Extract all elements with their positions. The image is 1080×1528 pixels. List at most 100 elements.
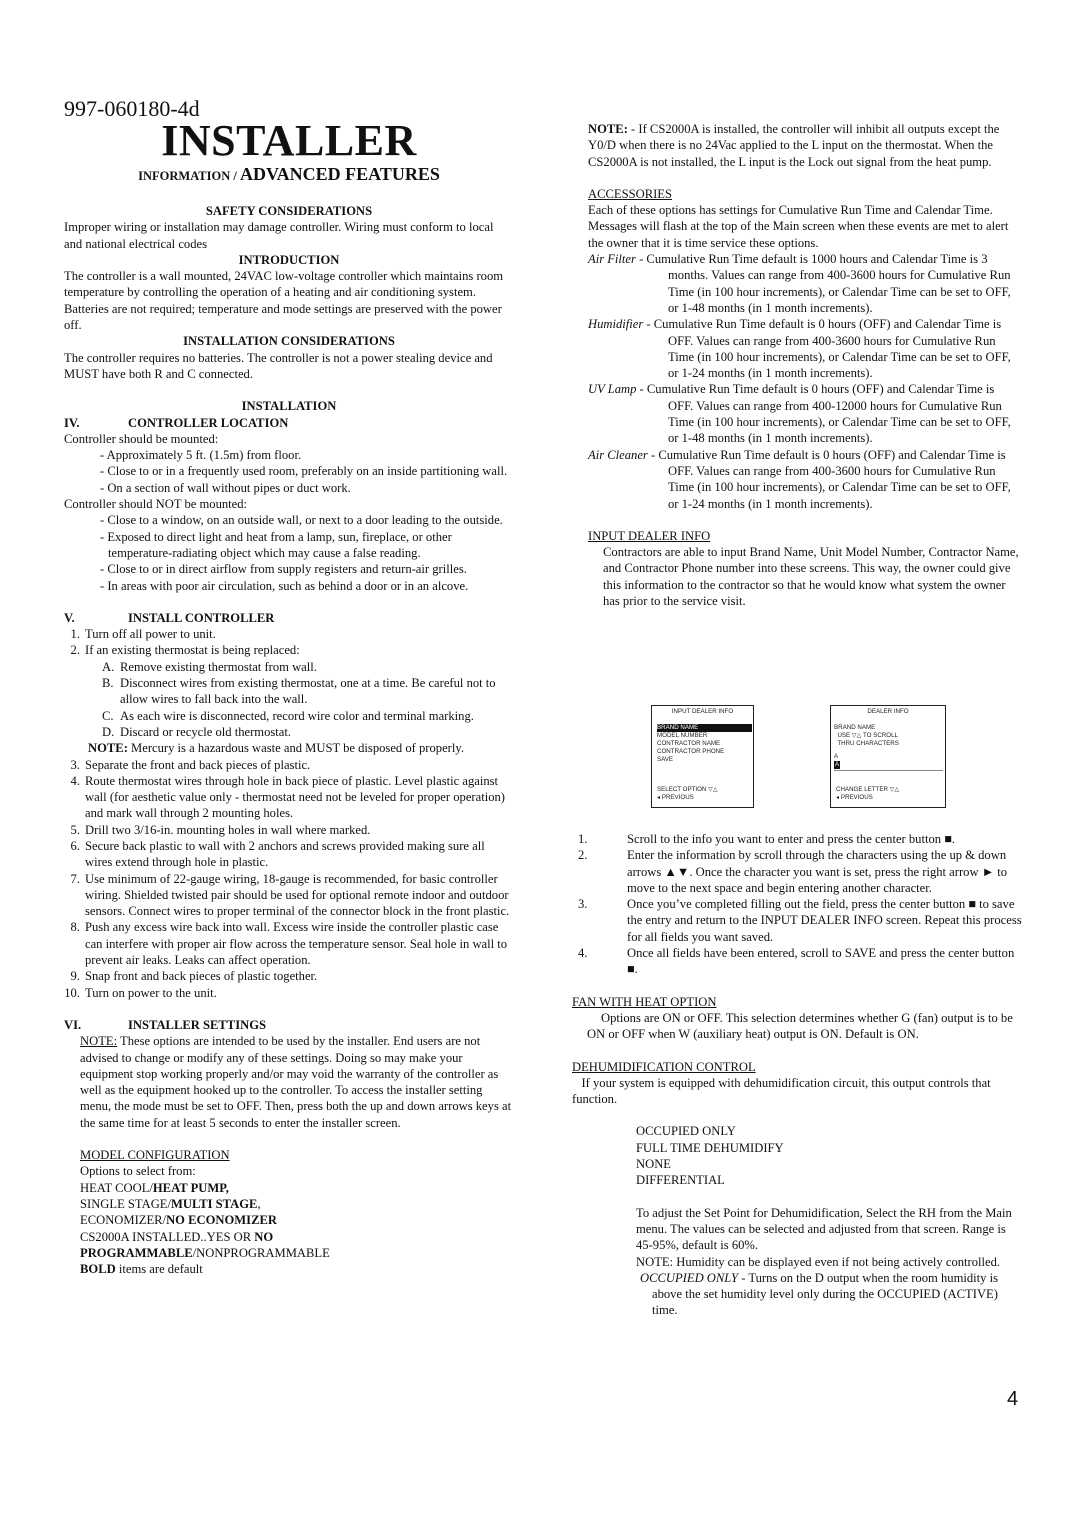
- model-configuration: MODEL CONFIGURATION Options to select fr…: [64, 1147, 514, 1277]
- note-label: NOTE:: [80, 1034, 118, 1049]
- substep-item: A. Remove existing thermostat from wall.: [64, 659, 514, 675]
- screen-field-value: A: [834, 753, 839, 760]
- list-item: - Exposed to direct light and heat from …: [100, 529, 452, 560]
- fan-heat-text: Options are ON or OFF. This selection de…: [587, 1010, 1013, 1042]
- accessory-text: - Cumulative Run Time default is 0 hours…: [647, 447, 1011, 511]
- list-item: - Close to or in a frequently used room,…: [100, 464, 508, 479]
- substep-letter: C.: [102, 708, 114, 723]
- left-column: SAFETY CONSIDERATIONS Improper wiring or…: [64, 203, 514, 1277]
- screen-footer-previous[interactable]: ◂ PREVIOUS: [657, 794, 718, 802]
- step-text: Route thermostat wires through hole in b…: [85, 773, 505, 821]
- dehumid-setpoint: To adjust the Set Point for Dehumidifica…: [636, 1205, 1012, 1253]
- screen-menu-item-selected[interactable]: BRAND NAME: [657, 724, 752, 732]
- dealer-step: 4. Once all fields have been entered, scr…: [572, 945, 1022, 978]
- screen-menu-item[interactable]: MODEL NUMBER: [657, 732, 752, 740]
- accessory-label: Humidifier: [588, 317, 644, 332]
- step-number: 7.: [70, 871, 80, 886]
- step-number: 10.: [64, 985, 80, 1000]
- screen-footer-previous[interactable]: ◂ PREVIOUS: [836, 794, 899, 802]
- substep-text: As each wire is disconnected, record wir…: [120, 708, 474, 723]
- mounted-intro: Controller should be mounted:: [64, 431, 219, 446]
- bold-legend: BOLD items are default: [80, 1261, 514, 1277]
- substep-letter: B.: [102, 676, 114, 691]
- option-line: SINGLE STAGE/MULTI STAGE,: [80, 1196, 514, 1212]
- option-default: NO ECONOMIZER: [166, 1213, 277, 1228]
- step-item: 3. Separate the front and back pieces of …: [64, 757, 514, 773]
- option-normal: SINGLE STAGE/: [80, 1196, 171, 1211]
- safety-text: Improper wiring or installation may dama…: [64, 220, 494, 251]
- screen-menu-item[interactable]: CONTRACTOR NAME: [657, 740, 752, 748]
- section-number: VI.: [64, 1017, 82, 1032]
- install-considerations-text: The controller requires no batteries. Th…: [64, 350, 493, 381]
- step-number: 1.: [70, 627, 80, 642]
- step-number: 2.: [70, 643, 80, 658]
- screen-title: DEALER INFO: [867, 708, 909, 715]
- screen-menu-item[interactable]: SAVE: [657, 756, 752, 764]
- accessories-heading: ACCESSORIES: [588, 186, 672, 201]
- step-item: 8. Push any excess wire back into wall. E…: [64, 919, 514, 968]
- screen-cursor[interactable]: A: [834, 761, 841, 769]
- option-normal: /NONPROGRAMMABLE: [192, 1245, 330, 1260]
- dealer-info-screen: DEALER INFO BRAND NAME USE ▽△ TO SCROLL …: [830, 705, 946, 808]
- screen-footer-change: CHANGE LETTER ▽△: [836, 786, 900, 793]
- substep-letter: D.: [102, 724, 115, 739]
- step-item: 5. Drill two 3/16-in. mounting holes in w…: [64, 822, 514, 838]
- accessory-text: - Cumulative Run Time default is 1000 ho…: [635, 252, 1011, 315]
- dealer-step: 3. Once you’ve completed filling out the …: [572, 896, 1022, 945]
- option-default: MULTI STAGE: [171, 1196, 258, 1211]
- screen-divider: [834, 770, 943, 771]
- accessory-label: UV Lamp: [588, 382, 637, 397]
- introduction-text: The controller is a wall mounted, 24VAC …: [64, 269, 504, 333]
- screen-footer-select: SELECT OPTION ▽△: [657, 786, 718, 793]
- step-number: 4.: [578, 946, 588, 961]
- dehumid-option: OCCUPIED ONLY: [636, 1124, 736, 1139]
- substep-item: C. As each wire is disconnected, record w…: [64, 708, 514, 724]
- substep-letter: A.: [102, 659, 115, 674]
- page-title: INSTALLER: [161, 116, 417, 165]
- step-text: Push any excess wire back into wall. Exc…: [85, 920, 508, 968]
- step-text: If an existing thermostat is being repla…: [85, 643, 300, 658]
- occupied-only-description: OCCUPIED ONLY - Turns on the D output wh…: [636, 1270, 1022, 1319]
- humidity-note: NOTE: Humidity can be displayed even if …: [636, 1254, 1001, 1269]
- step-number: 8.: [70, 920, 80, 935]
- note-text: Mercury is a hazardous waste and MUST be…: [127, 741, 464, 756]
- list-item: - On a section of wall without pipes or …: [100, 480, 351, 495]
- screen-title: INPUT DEALER INFO: [671, 708, 734, 715]
- step-text: Separate the front and back pieces of pl…: [85, 757, 311, 772]
- option-normal: ECONOMIZER/: [80, 1213, 167, 1228]
- model-config-heading: MODEL CONFIGURATION: [80, 1148, 230, 1163]
- section-title: CONTROLLER LOCATION: [128, 415, 289, 430]
- step-number: 4.: [70, 773, 80, 788]
- screen-hint: USE ▽△ TO SCROLL: [834, 732, 898, 739]
- screen-hint: THRU CHARACTERS: [834, 740, 899, 747]
- safety-heading: SAFETY CONSIDERATIONS: [205, 204, 373, 218]
- option-line: ECONOMIZER/NO ECONOMIZER: [80, 1212, 514, 1228]
- step-text: Use minimum of 22-gauge wiring, 18-gauge…: [85, 871, 510, 919]
- dehumid-option: FULL TIME DEHUMIDIFY: [636, 1140, 784, 1155]
- accessory-item: Air Filter - Cumulative Run Time default…: [588, 251, 1022, 316]
- option-normal: HEAT COOL/: [80, 1180, 153, 1195]
- accessory-item: Humidifier - Cumulative Run Time default…: [588, 316, 1022, 381]
- note-text: These options are intended to be used by…: [80, 1034, 512, 1130]
- accessory-item: UV Lamp - Cumulative Run Time default is…: [588, 381, 1022, 446]
- accessory-text: - Cumulative Run Time default is 0 hours…: [636, 382, 1011, 446]
- substep-item: D. Discard or recycle old thermostat.: [64, 724, 514, 740]
- step-text: Turn on power to the unit.: [85, 985, 217, 1000]
- dehumid-option: DIFFERENTIAL: [636, 1173, 725, 1188]
- option-default: NO: [254, 1229, 274, 1244]
- step-number: 1.: [578, 832, 588, 846]
- step-text: Drill two 3/16-in. mounting holes in wal…: [85, 822, 371, 837]
- accessory-label: Air Filter: [588, 252, 636, 267]
- installation-heading: INSTALLATION: [241, 399, 337, 414]
- input-dealer-info-screen: INPUT DEALER INFO BRAND NAME MODEL NUMBE…: [651, 705, 754, 808]
- substep-text: Remove existing thermostat from wall.: [120, 659, 317, 674]
- step-item: 4. Route thermostat wires through hole in…: [64, 773, 514, 822]
- substep-text: Discard or recycle old thermostat.: [120, 724, 291, 739]
- step-item: 7. Use minimum of 22-gauge wiring, 18-gau…: [64, 871, 514, 920]
- step-item: 9. Snap front and back pieces of plastic …: [64, 968, 514, 984]
- option-line: PROGRAMMABLE/NONPROGRAMMABLE: [80, 1245, 514, 1261]
- screen-menu-item[interactable]: CONTRACTOR PHONE: [657, 748, 752, 756]
- page-number: 4: [1007, 1388, 1019, 1410]
- option-line: CS2000A INSTALLED..YES OR NO: [80, 1229, 514, 1245]
- dealer-step: 1. Scroll to the info you want to enter a…: [572, 831, 1022, 847]
